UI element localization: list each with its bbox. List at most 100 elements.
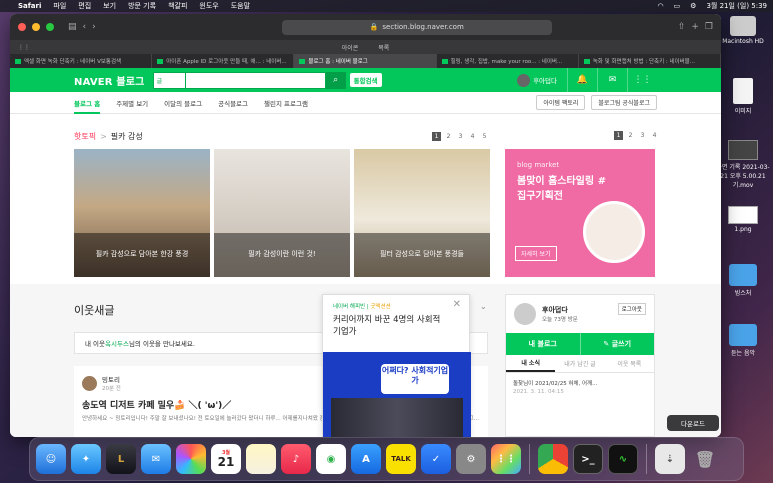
topic-card[interactable]: 필터 감성으로 담아본 풍경들 [354,149,490,277]
wifi-icon[interactable]: ◠ [657,2,663,10]
page-button[interactable]: 1 [614,131,623,140]
page-button[interactable]: 2 [444,132,453,141]
topic-card[interactable]: 필카 감성이란 이런 것! [214,149,350,277]
activity-monitor-icon[interactable]: ∿ [608,444,638,474]
page-button[interactable]: 2 [626,131,635,140]
page-button[interactable]: 3 [638,131,647,140]
topic-card[interactable]: 필카 감성으로 담아본 한강 풍경 [74,149,210,277]
menu-view[interactable]: 보기 [103,1,116,11]
hot-topic-cards: 필카 감성으로 담아본 한강 풍경 필카 감성이란 이런 것! 필터 감성으로 … [74,149,490,277]
tab-neighbor-list[interactable]: 이웃 목록 [605,355,654,372]
desktop-item-png[interactable]: 1.png [713,206,773,233]
desktop-item-images[interactable]: 이미지 [713,78,773,115]
trash-icon[interactable]: 🗑 [690,444,720,474]
desktop-item-label: 듣는 음악 [731,350,755,357]
notice-text: 내 이웃 [85,340,106,348]
notice-link[interactable]: 옥시두스 [105,338,129,348]
menu-bookmarks[interactable]: 책갈피 [168,1,187,11]
news-text: 돌찾님이 2021/02/25 혀체, 어깨... [513,381,598,387]
desktop-item-label: Macintosh HD [722,38,764,45]
ad-image [583,201,645,263]
menu-file[interactable]: 파일 [53,1,66,11]
music-icon[interactable]: ♪ [281,444,311,474]
popup-tag-label: 굿액션션 [370,304,391,310]
profile-name[interactable]: 후아덥다 [542,305,578,315]
control-center-icon[interactable]: ⚙ [690,2,696,10]
logout-button[interactable]: 로그아웃 [617,303,646,315]
calendar-day: 21 [217,454,235,469]
tab-my-comments[interactable]: 내가 남긴 글 [555,355,604,372]
ad-more-button[interactable]: 자세히 보기 [515,246,557,261]
notes-icon[interactable] [246,444,276,474]
popup-image[interactable]: 어쩌다? 사회적기업가 [323,352,471,437]
my-profile-panel: 후아덥다 오늘 73명 방문 로그아웃 내 블로그 ✎ 글쓰기 내 소식 내가 … [505,294,655,437]
image-file-icon [728,206,758,224]
menu-edit[interactable]: 편집 [78,1,91,11]
write-label: 글쓰기 [611,340,632,348]
page-button[interactable]: 4 [650,131,659,140]
desktop-item-label: 빙스처 [734,290,752,297]
clock[interactable]: 3월 21일 (일) 5:39 [706,1,767,11]
popup-title[interactable]: 커리어까지 바꾼 4명의 사회적기업가 [333,315,443,339]
news-item[interactable]: 돌찾님이 2021/02/25 혀체, 어깨... 2021. 3. 11. 0… [506,373,654,404]
app-store-icon[interactable]: A [351,444,381,474]
system-preferences-icon[interactable]: ⚙ [456,444,486,474]
battery-icon[interactable]: ▭ [674,2,681,10]
folder-icon [729,324,757,346]
app-menu[interactable]: Safari [18,2,41,10]
page-button[interactable]: 3 [456,132,465,141]
kakaotalk-icon[interactable]: TALK [386,444,416,474]
calendar-icon[interactable]: 3월 21 [211,444,241,474]
menu-help[interactable]: 도움말 [231,1,250,11]
dock-separator [646,444,647,474]
card-caption: 필터 감성으로 담아본 풍경들 [354,233,490,277]
dock: ☺ ✦ L ✉ 3월 21 ♪ ◉ A TALK ✓ ⚙ ⋮⋮ >_ ∿ ⇣ 🗑 [29,437,744,481]
card-caption: 필카 감성으로 담아본 한강 풍경 [74,233,210,277]
tasks-icon[interactable]: ✓ [421,444,451,474]
page-button[interactable]: 1 [432,132,441,141]
hot-topic-label[interactable]: 핫토픽 [74,131,96,142]
my-blog-button[interactable]: 내 블로그 [506,333,580,355]
finder-icon[interactable]: ☺ [36,444,66,474]
launchpad-icon[interactable]: ⋮⋮ [491,444,521,474]
desktop-item-label: 화면 기록 2021-03-21 오후 5.00.21 기.mov [716,164,770,189]
happybean-popup: ✕ 네이버 해피빈 | 굿액션션 커리어까지 바꾼 4명의 사회적기업가 어쩌다… [322,294,471,437]
tab-my-news[interactable]: 내 소식 [506,355,556,372]
downloads-icon[interactable]: ⇣ [655,444,685,474]
desktop-item-label: 이미지 [734,108,752,115]
close-icon[interactable]: ✕ [453,299,461,310]
hot-pagination: 1 2 3 4 5 [432,132,489,141]
safari-icon[interactable]: ✦ [71,444,101,474]
notice-text: 님의 이웃을 만나보세요. [128,340,195,348]
avatar [82,375,97,391]
chrome-icon[interactable] [538,444,568,474]
page-button[interactable]: 4 [468,132,477,141]
find-my-icon[interactable]: ◉ [316,444,346,474]
photos-icon[interactable] [176,444,206,474]
menu-history[interactable]: 방문 기록 [128,1,156,11]
desktop-item-recording[interactable]: 화면 기록 2021-03-21 오후 5.00.21 기.mov [713,140,773,189]
ad-headline: 봄맞이 홈스타일링 #집구기획전 [517,176,606,202]
post-author[interactable]: 밍토리 [102,374,121,384]
neighbors-title: 이웃새글 [74,304,115,317]
mail-app-icon[interactable]: ✉ [141,444,171,474]
desktop-item-folder1[interactable]: 빙스처 [713,264,773,297]
blog-market-ad[interactable]: blog market 봄맞이 홈스타일링 #집구기획전 자세히 보기 [505,149,655,277]
folder-icon [729,264,757,286]
dock-separator [529,444,530,474]
page-content: 핫토픽 > 필카 감성 1 2 3 4 5 1 2 3 4 필카 감성으로 담아… [10,14,721,437]
write-button[interactable]: ✎ 글쓰기 [579,333,655,355]
avatar[interactable] [514,303,536,325]
menu-window[interactable]: 윈도우 [199,1,218,11]
chevron-down-icon[interactable]: ⌄ [480,302,487,311]
desktop-item-label: 1.png [734,226,752,233]
popup-people [331,398,463,437]
league-of-legends-icon[interactable]: L [106,444,136,474]
desktop-item-folder2[interactable]: 듣는 음악 [713,324,773,357]
terminal-icon[interactable]: >_ [573,444,603,474]
desktop-item-hd[interactable]: Macintosh HD [713,16,773,45]
card-caption: 필카 감성이란 이런 것! [214,233,350,277]
dock-tooltip: 다운로드 [667,415,719,431]
page-button[interactable]: 5 [480,132,489,141]
popup-image-text: 어쩌다? 사회적기업가 [381,364,449,394]
